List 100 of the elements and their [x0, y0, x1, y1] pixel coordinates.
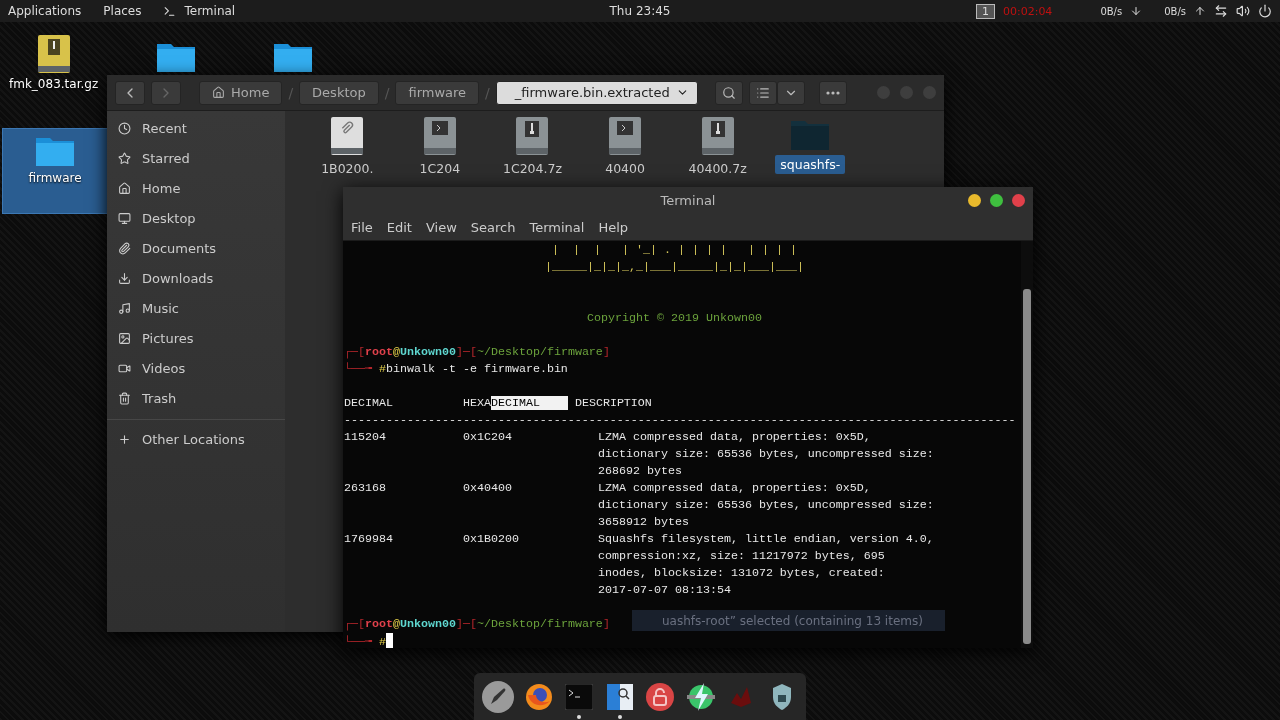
text-file-icon [331, 117, 364, 155]
image-icon [118, 331, 131, 345]
download-arrow-icon [1130, 5, 1143, 17]
volume-icon[interactable] [1236, 4, 1250, 18]
home-icon [212, 86, 225, 99]
file-name[interactable]: 1C204 [404, 159, 475, 178]
hex-offset: 0x1B0200 [463, 531, 520, 548]
download-icon [118, 271, 131, 285]
sidebar-item[interactable]: Starred [107, 143, 285, 173]
menu-item[interactable]: Terminal [529, 219, 585, 235]
menu-item[interactable]: Edit [386, 219, 412, 235]
copyright-text: Copyright © 2019 Unkown00 [587, 311, 762, 325]
terminal-icon [163, 4, 177, 18]
rocket-icon[interactable] [481, 679, 516, 714]
app-menu[interactable]: Terminal [184, 4, 236, 18]
file-name[interactable]: 40400.7z [682, 159, 753, 178]
archive-file-icon [37, 35, 70, 73]
hex-offset: 0x1C204 [463, 429, 513, 446]
window-title: Terminal [660, 193, 716, 208]
menu-item[interactable]: Search [470, 219, 516, 235]
clock[interactable]: Thu 23:45 [609, 4, 671, 18]
padlock-icon[interactable] [645, 681, 676, 712]
recording-timer: 00:02:04 [1002, 4, 1053, 18]
menu-button[interactable] [819, 80, 847, 105]
path-button[interactable]: _firmware.bin.extracted [495, 80, 698, 105]
magnifier-icon[interactable] [606, 683, 633, 710]
workspace-indicator[interactable]: 1 [975, 3, 995, 19]
description-line: compression:xz, size: 11217972 bytes, 695 [598, 548, 886, 565]
sidebar-item[interactable]: Videos [107, 353, 285, 383]
scrollbar[interactable] [1021, 241, 1033, 648]
archive-file-icon [701, 117, 734, 155]
description-line: Squashfs filesystem, little endian, version 4.0, [598, 531, 935, 548]
column-header: HEXA [462, 396, 491, 410]
search-icon [722, 85, 736, 100]
desktop-icon[interactable]: fmk_083.tar.gz [8, 34, 100, 92]
sidebar-item[interactable]: Documents [107, 233, 285, 263]
trash-icon [118, 391, 131, 405]
desktop-icon[interactable]: firmware [2, 128, 108, 214]
monitor-icon [118, 211, 131, 225]
search-button[interactable] [715, 80, 743, 105]
close-button[interactable] [1012, 194, 1025, 207]
plus-icon [118, 432, 131, 446]
download-rate: 0B/s [1100, 5, 1123, 17]
decimal-offset: 1769984 [344, 531, 394, 548]
clock-icon [118, 121, 131, 135]
status-message: uashfs-root” selected (containing 13 items) [632, 610, 945, 631]
script-file-icon [609, 117, 642, 155]
maximize-button[interactable] [990, 194, 1003, 207]
file-name[interactable]: 1C204.7z [497, 159, 568, 178]
description-line: inodes, blocksize: 131072 bytes, created: [598, 565, 886, 582]
decimal-offset: 263168 [344, 480, 387, 497]
power-icon[interactable] [1258, 4, 1272, 18]
path-separator: / [288, 84, 294, 101]
network-icon[interactable] [1214, 4, 1228, 18]
file-name[interactable]: squashfs- [775, 155, 846, 174]
description-line: 268692 bytes [598, 463, 683, 480]
sidebar-item[interactable]: Home [107, 173, 285, 203]
file-name[interactable]: 40400 [590, 159, 661, 178]
terminal-icon[interactable] [565, 683, 594, 710]
list-view-button[interactable] [749, 80, 777, 105]
ascii-art-line: | | | | '_| . | | | | | | | | [552, 243, 797, 257]
path-button[interactable]: firmware [395, 80, 480, 105]
sidebar-item[interactable]: Music [107, 293, 285, 323]
sidebar-item[interactable]: Trash [107, 383, 285, 413]
globe-icon[interactable] [523, 681, 554, 712]
path-separator: / [384, 84, 390, 101]
panel-menu[interactable]: Places [103, 4, 142, 18]
menu-item[interactable]: Help [598, 219, 629, 235]
description-line: 2017-07-07 08:13:54 [598, 582, 732, 599]
description-line: LZMA compressed data, properties: 0x5D, [598, 480, 872, 497]
prompt-line: ┌─[root@Unkown00]─[~/Desktop/firmware] [344, 345, 610, 359]
path-separator: / [485, 84, 490, 101]
paperclip-icon [118, 241, 131, 255]
minimize-button[interactable] [968, 194, 981, 207]
folder-icon [273, 41, 313, 73]
script-file-icon [423, 117, 456, 155]
sidebar-item[interactable]: Recent [107, 113, 285, 143]
description-line: dictionary size: 65536 bytes, uncompressed size: [598, 497, 935, 514]
hex-offset: 0x40400 [463, 480, 513, 497]
panel-menu[interactable]: Applications [8, 4, 82, 18]
column-header: DECIMAL [344, 396, 393, 410]
back-button[interactable] [115, 80, 145, 105]
sidebar-item[interactable]: Pictures [107, 323, 285, 353]
path-button[interactable]: Desktop [299, 80, 379, 105]
music-note-icon [118, 301, 131, 315]
description-line: LZMA compressed data, properties: 0x5D, [598, 429, 872, 446]
ascii-art-line: |_____|_|_|_,_|___|_____|_|_|___|___| [545, 260, 804, 274]
file-name[interactable]: 1B0200. [312, 159, 383, 178]
star-icon [118, 151, 131, 165]
sidebar-item[interactable]: Downloads [107, 263, 285, 293]
sidebar-item[interactable]: Desktop [107, 203, 285, 233]
text-cursor [386, 633, 393, 648]
path-button[interactable]: Home [199, 80, 283, 105]
prompt-line: ┌─[root@Unkown00]─[~/Desktop/firmware] [344, 617, 610, 631]
sidebar-item[interactable]: Other Locations [107, 424, 285, 454]
upload-rate: 0B/s [1164, 5, 1186, 17]
menu-item[interactable]: File [351, 219, 373, 235]
separator-line: ------------------------------------------------------------------------------------------------ [344, 412, 1017, 429]
decimal-offset: 115204 [344, 429, 387, 446]
menu-item[interactable]: View [425, 219, 457, 235]
